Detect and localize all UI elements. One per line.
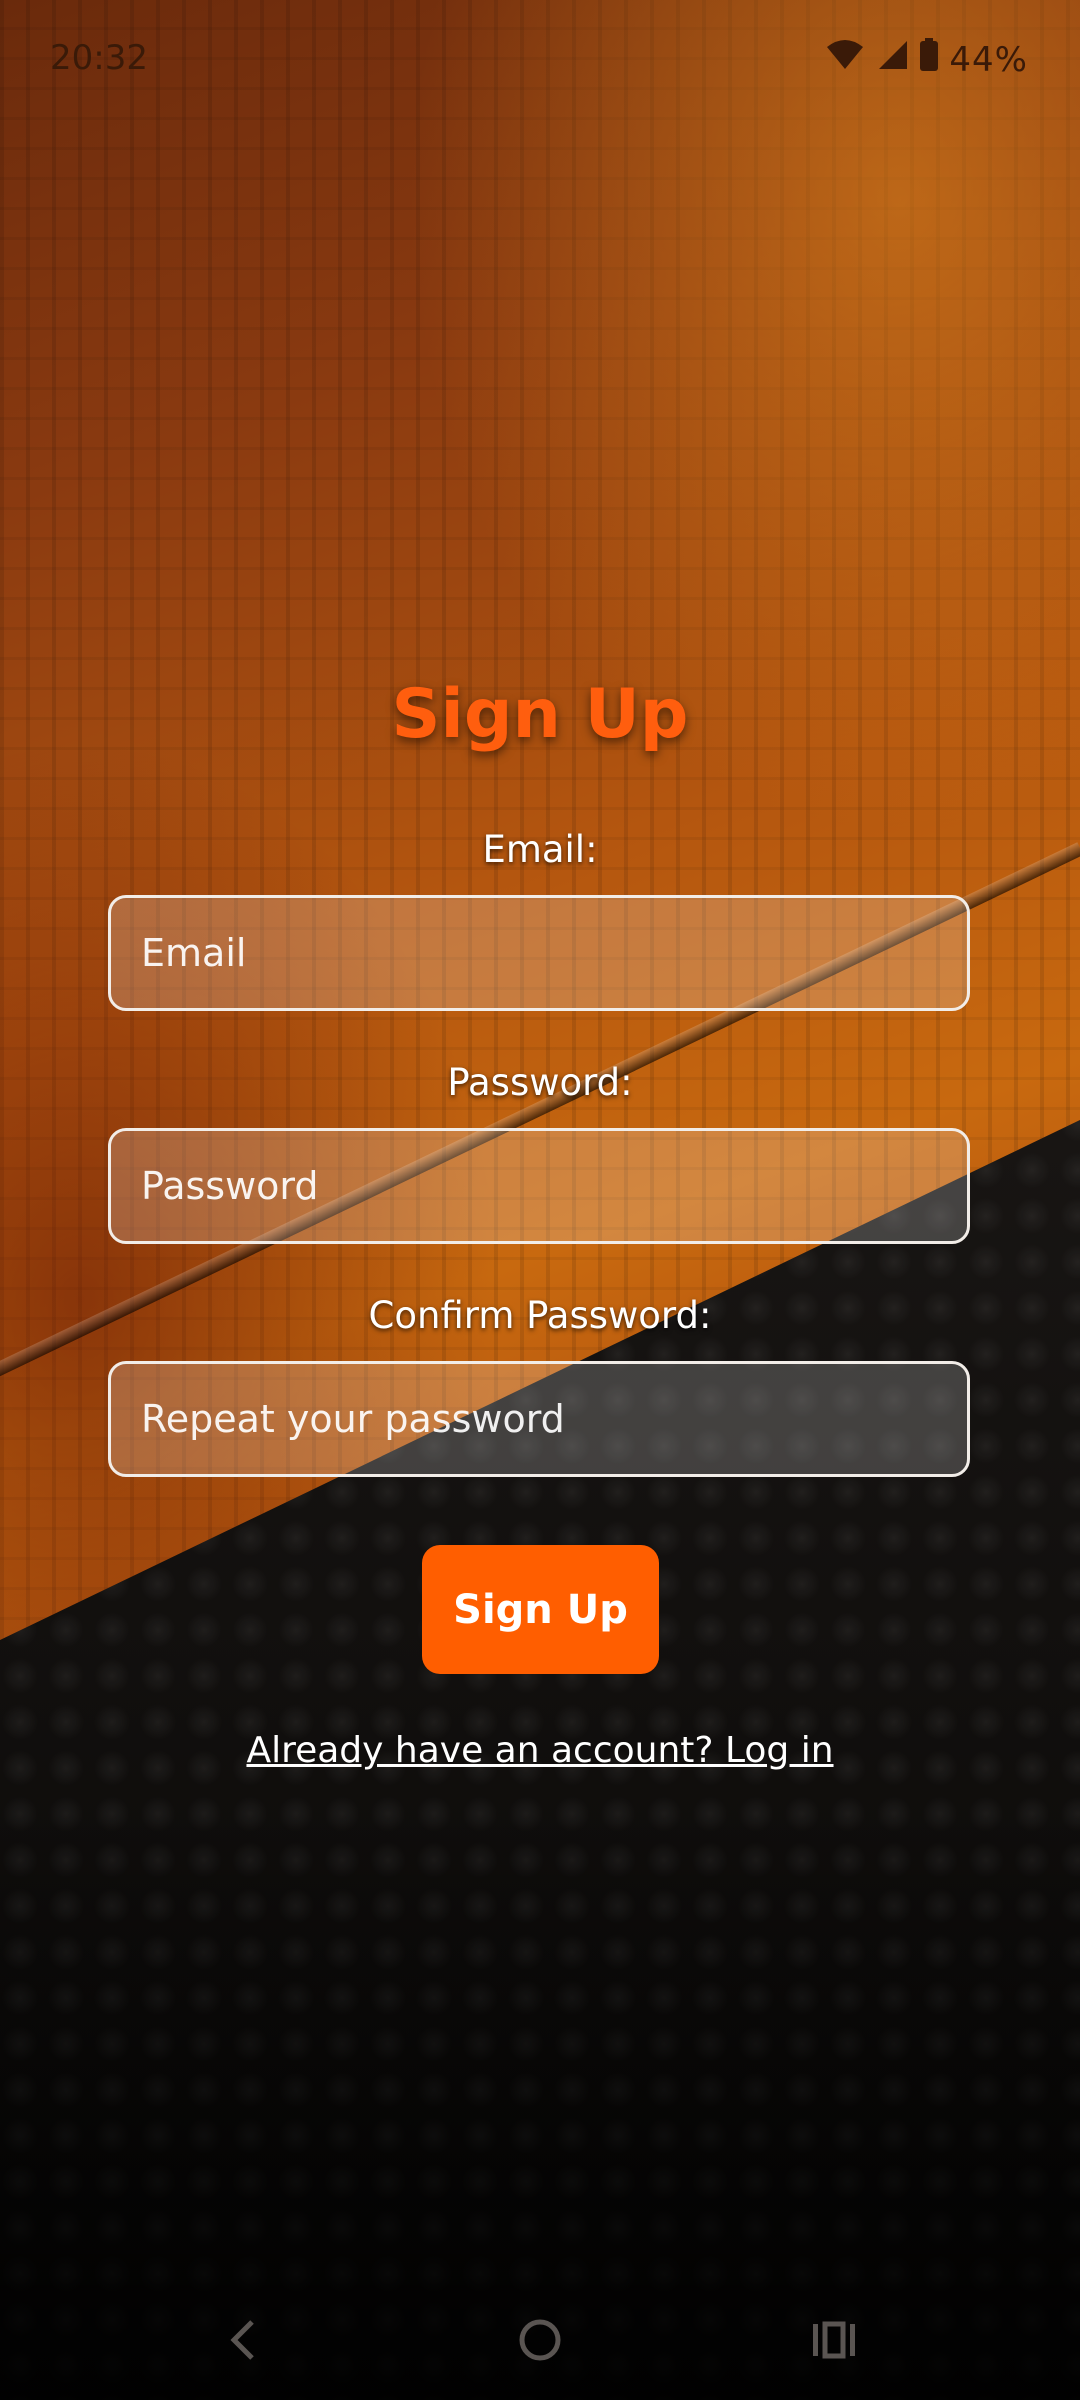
status-icons: 44% xyxy=(825,38,1028,81)
email-label: Email: xyxy=(482,828,598,871)
home-icon[interactable] xyxy=(508,2308,572,2372)
confirm-password-field[interactable] xyxy=(108,1361,970,1477)
email-field[interactable] xyxy=(108,895,970,1011)
signup-screen: 20:32 44% Sign Up Email: Password: Confi… xyxy=(0,0,1080,2400)
wifi-icon xyxy=(825,39,865,80)
page-title: Sign Up xyxy=(391,675,689,754)
password-field[interactable] xyxy=(108,1128,970,1244)
battery-icon xyxy=(919,38,939,81)
status-time: 20:32 xyxy=(50,38,148,78)
sign-up-button[interactable]: Sign Up xyxy=(422,1545,659,1674)
recents-icon[interactable] xyxy=(802,2308,866,2372)
password-label: Password: xyxy=(447,1061,633,1104)
cell-signal-icon xyxy=(875,39,909,80)
battery-percentage: 44% xyxy=(949,39,1028,80)
system-nav-bar xyxy=(0,2280,1080,2400)
confirm-password-label: Confirm Password: xyxy=(368,1294,712,1337)
status-bar: 20:32 44% xyxy=(0,0,1080,120)
back-icon[interactable] xyxy=(212,2308,276,2372)
login-link[interactable]: Already have an account? Log in xyxy=(0,1730,1080,1771)
